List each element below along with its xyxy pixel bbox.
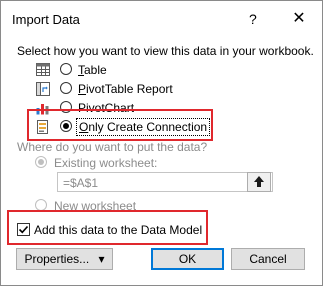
import-data-dialog: Import Data ? ✕ Select how you want to v…: [0, 0, 323, 286]
destination-section-label: Where do you want to put the data?: [17, 140, 208, 154]
properties-button-label: Properties...: [24, 252, 90, 266]
table-radio[interactable]: [60, 63, 72, 75]
table-option-label: Table: [78, 63, 107, 77]
highlight-box-data-model: [7, 210, 208, 245]
close-button[interactable]: ✕: [286, 7, 312, 31]
view-section-label: Select how you want to view this data in…: [17, 44, 314, 58]
cancel-button[interactable]: Cancel: [231, 248, 305, 270]
dialog-title: Import Data: [12, 12, 80, 27]
dropdown-arrow-icon: ▾: [98, 252, 105, 266]
table-icon: [36, 63, 50, 76]
ok-button[interactable]: OK: [151, 248, 224, 270]
pivottable-icon: [36, 82, 50, 96]
highlight-box-connection: [27, 109, 213, 141]
existing-worksheet-label: Existing worksheet:: [54, 156, 158, 170]
pivottable-radio[interactable]: [60, 82, 72, 94]
pivottable-option-label: PivotTable Report: [78, 82, 173, 96]
range-input[interactable]: =$A$1: [57, 172, 273, 192]
title-bar: Import Data ? ✕: [1, 1, 322, 39]
existing-worksheet-radio[interactable]: [35, 156, 47, 168]
range-input-value: =$A$1: [63, 176, 99, 190]
properties-button[interactable]: Properties... ▾: [16, 248, 113, 270]
collapse-arrow-icon: [254, 176, 264, 187]
range-collapse-button[interactable]: [247, 172, 271, 192]
help-button[interactable]: ?: [249, 11, 257, 27]
